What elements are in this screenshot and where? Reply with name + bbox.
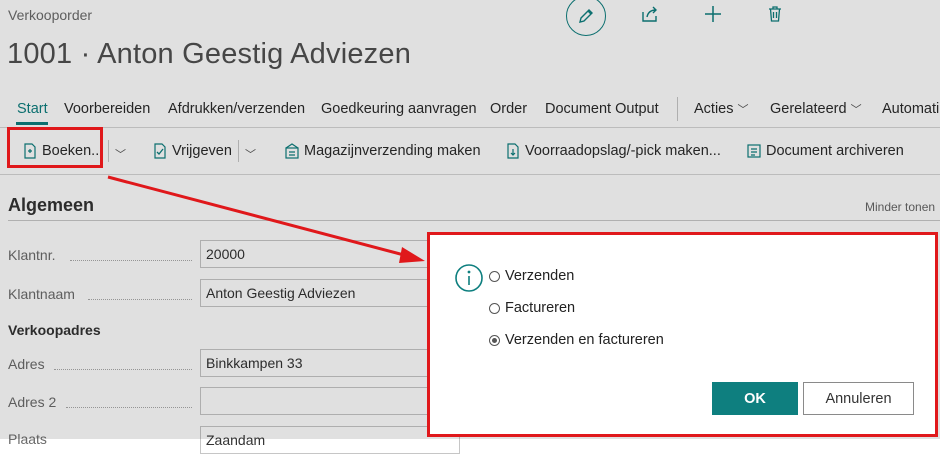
option-invoice-label: Factureren	[505, 300, 576, 316]
radio-button[interactable]	[489, 270, 500, 282]
option-ship-and-invoice[interactable]: Verzenden en factureren	[489, 332, 664, 348]
option-ship[interactable]: Verzenden	[489, 268, 574, 284]
option-invoice[interactable]: Factureren	[489, 300, 575, 316]
radio-button[interactable]	[489, 302, 500, 314]
annotation-highlight-box	[7, 127, 103, 168]
info-icon	[455, 264, 483, 292]
radio-button-selected[interactable]	[489, 334, 500, 346]
ok-button[interactable]: OK	[712, 382, 798, 415]
post-options-dialog: Verzenden Factureren Verzenden en factur…	[427, 232, 938, 437]
cancel-button[interactable]: Annuleren	[803, 382, 914, 415]
option-ship-and-invoice-label: Verzenden en factureren	[505, 332, 664, 348]
option-ship-label: Verzenden	[505, 268, 575, 284]
